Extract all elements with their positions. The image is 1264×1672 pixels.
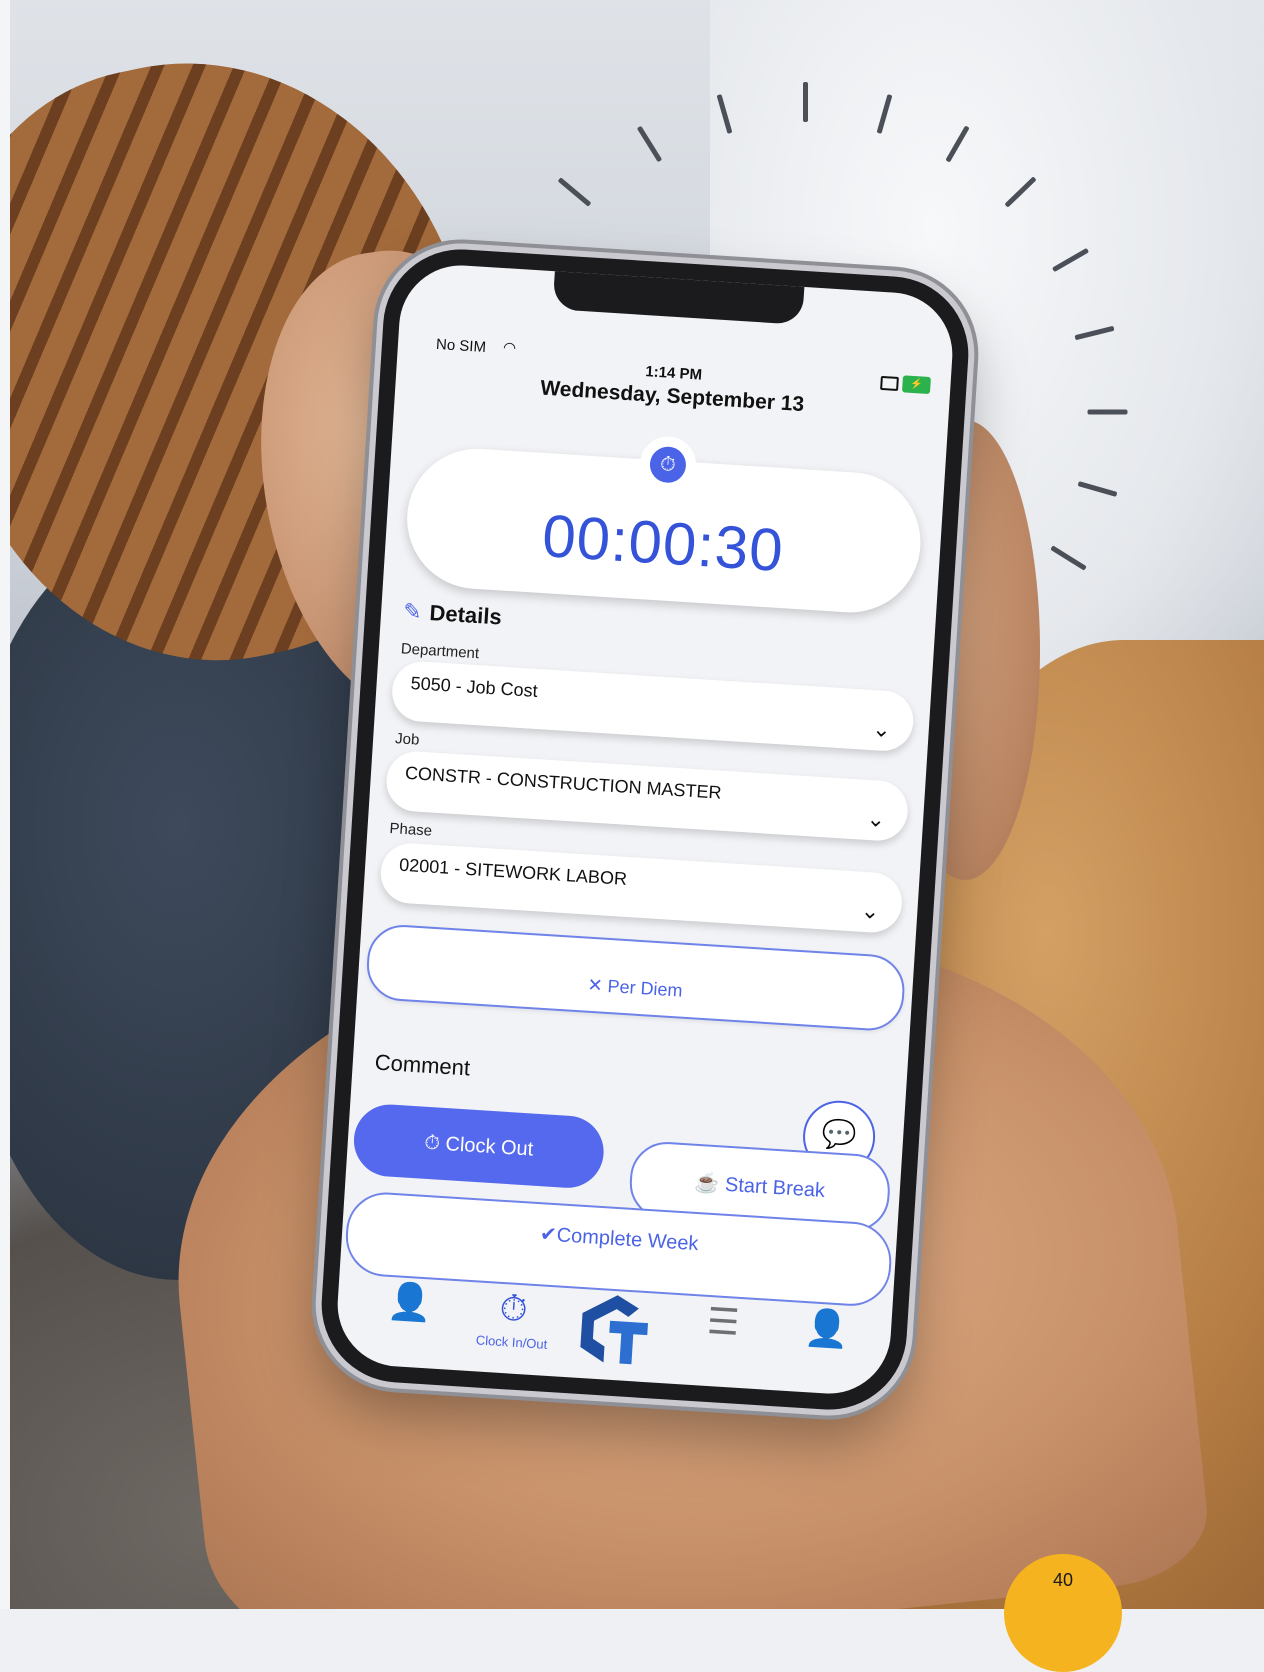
- per-diem-text: Per Diem: [607, 975, 684, 1001]
- per-diem-button[interactable]: ✕ Per Diem: [364, 922, 907, 1033]
- phase-select[interactable]: 02001 - SITEWORK LABOR ⌄: [378, 841, 904, 935]
- job-select[interactable]: CONSTR - CONSTRUCTION MASTER ⌄: [384, 749, 910, 843]
- close-icon: ✕: [586, 974, 609, 996]
- user-clock-icon: 👤: [386, 1279, 434, 1324]
- complete-week-label: Complete Week: [556, 1224, 700, 1256]
- stopwatch-icon: ⏱: [423, 1131, 447, 1156]
- coffee-cup-icon: ☕: [693, 1171, 726, 1196]
- department-label: Department: [400, 640, 480, 663]
- app-screen: No SIM ◠ 1:14 PM Wednesday, September 13…: [333, 261, 957, 1398]
- chevron-down-icon: ⌄: [865, 805, 886, 833]
- tab-profile[interactable]: 👤: [775, 1299, 878, 1357]
- job-value: CONSTR - CONSTRUCTION MASTER: [404, 762, 723, 803]
- checkmark-icon: ✔: [539, 1223, 558, 1247]
- phone: No SIM ◠ 1:14 PM Wednesday, September 13…: [316, 244, 974, 1415]
- page-number-badge: 40: [1004, 1554, 1122, 1672]
- job-label: Job: [394, 730, 420, 749]
- department-value: 5050 - Job Cost: [410, 673, 539, 701]
- chat-bubble-icon: 💬: [820, 1117, 858, 1151]
- page-margin: [0, 0, 10, 1609]
- pencil-icon: ✎: [402, 598, 423, 625]
- page-number: 40: [1052, 1570, 1074, 1590]
- phase-value: 02001 - SITEWORK LABOR: [398, 854, 628, 889]
- stopwatch-icon: ⏱: [648, 445, 688, 484]
- profile-icon: 👤: [803, 1306, 851, 1350]
- per-diem-label: ✕ Per Diem: [368, 961, 902, 1015]
- phase-label: Phase: [389, 819, 433, 840]
- comment-label: Comment: [374, 1049, 471, 1081]
- ct-logo[interactable]: [573, 1289, 654, 1370]
- battery-charging-icon: ⚡: [901, 375, 931, 395]
- tab-list[interactable]: ☰: [672, 1293, 775, 1351]
- start-break-label: Start Break: [724, 1173, 826, 1202]
- tab-timesheets[interactable]: 👤: [358, 1273, 461, 1331]
- clock-out-button[interactable]: ⏱ Clock Out: [351, 1102, 606, 1190]
- screen-cast-icon: [880, 375, 899, 392]
- status-bar: No SIM ◠ 1:14 PM Wednesday, September 13…: [395, 328, 952, 423]
- details-title: Details: [428, 600, 503, 630]
- stopwatch-icon: ⏱: [498, 1286, 529, 1330]
- department-select[interactable]: 5050 - Job Cost ⌄: [390, 659, 916, 753]
- list-icon: ☰: [705, 1299, 741, 1343]
- clock-out-label: Clock Out: [444, 1133, 534, 1161]
- tab-clock-in-out[interactable]: ⏱ Clock In/Out: [461, 1280, 565, 1353]
- details-heading: ✎ Details: [402, 598, 502, 630]
- chevron-down-icon: ⌄: [860, 897, 881, 924]
- chevron-down-icon: ⌄: [871, 716, 892, 743]
